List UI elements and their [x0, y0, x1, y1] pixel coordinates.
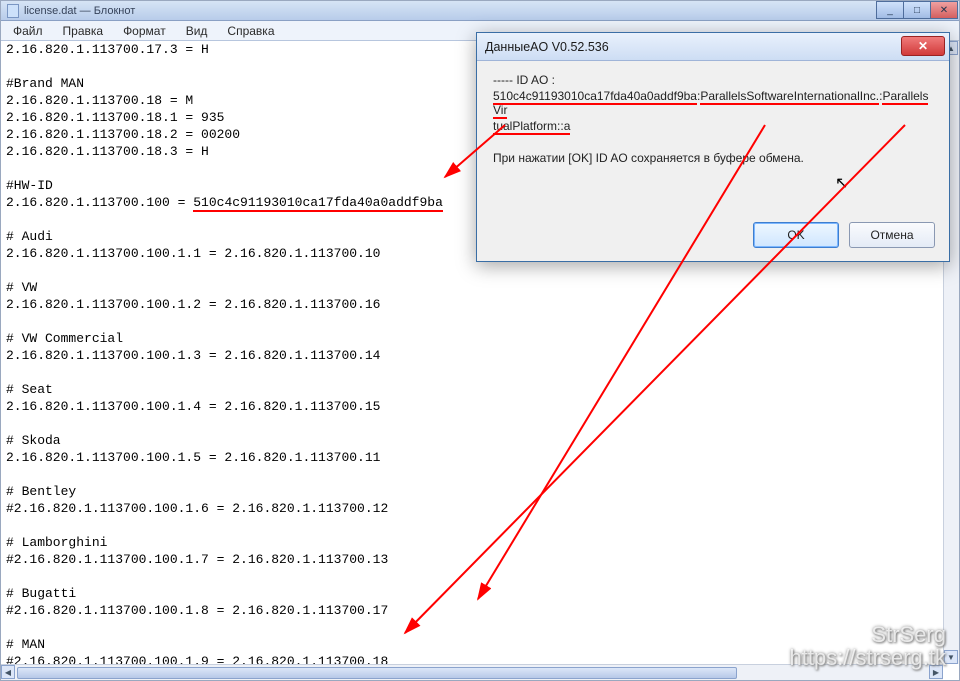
ok-button[interactable]: OK — [753, 222, 839, 248]
scroll-right-button[interactable]: ▶ — [929, 665, 943, 679]
notepad-titlebar[interactable]: license.dat — Блокнот — [1, 1, 959, 21]
close-button[interactable]: ✕ — [930, 1, 958, 19]
idao-value-wrap: tualPlatform::a — [493, 119, 933, 133]
dialog-buttons: OK Отмена — [477, 217, 949, 261]
scroll-thumb[interactable] — [17, 667, 737, 679]
window-controls: _ □ ✕ — [877, 1, 958, 19]
menu-edit[interactable]: Правка — [53, 22, 114, 40]
idao-value: 510c4c91193010ca17fda40a0addf9ba:Paralle… — [493, 89, 933, 117]
dialog-close-button[interactable]: ✕ — [901, 36, 945, 56]
dialog-window: ДанныеAO V0.52.536 ✕ ----- ID AO : 510c4… — [476, 32, 950, 262]
scroll-down-button[interactable]: ▼ — [944, 650, 958, 664]
notepad-icon — [7, 4, 19, 18]
dialog-title: ДанныеAO V0.52.536 — [485, 40, 609, 54]
scroll-left-button[interactable]: ◀ — [1, 665, 15, 679]
minimize-button[interactable]: _ — [876, 1, 904, 19]
menu-format[interactable]: Формат — [113, 22, 176, 40]
menu-file[interactable]: Файл — [3, 22, 53, 40]
idao-label: ----- ID AO : — [493, 73, 933, 87]
dialog-body: ----- ID AO : 510c4c91193010ca17fda40a0a… — [477, 61, 949, 179]
horizontal-scrollbar[interactable]: ◀ ▶ — [1, 664, 943, 680]
dialog-note: При нажатии [OK] ID AO сохраняется в буф… — [493, 151, 933, 165]
menu-help[interactable]: Справка — [217, 22, 284, 40]
maximize-button[interactable]: □ — [903, 1, 931, 19]
cancel-button[interactable]: Отмена — [849, 222, 935, 248]
close-icon: ✕ — [918, 39, 928, 53]
dialog-titlebar[interactable]: ДанныеAO V0.52.536 — [477, 33, 949, 61]
menu-view[interactable]: Вид — [176, 22, 218, 40]
hwid-value: 510c4c91193010ca17fda40a0addf9ba — [193, 195, 443, 212]
notepad-title: license.dat — Блокнот — [24, 5, 135, 17]
